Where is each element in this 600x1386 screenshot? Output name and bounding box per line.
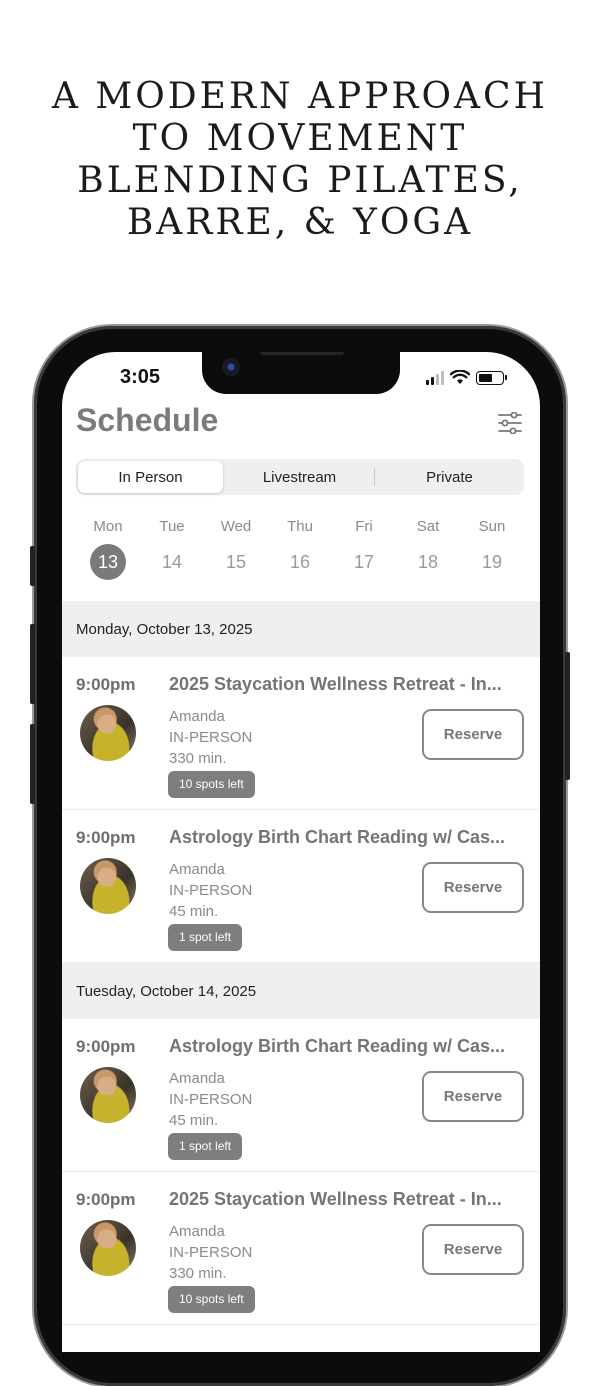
date-header: Monday, October 13, 2025: [62, 601, 540, 657]
date-header: Tuesday, October 14, 2025: [62, 963, 540, 1019]
segment-divider: [374, 468, 375, 486]
volume-up-button: [30, 624, 35, 704]
day-name: Sat: [416, 518, 440, 535]
wifi-icon: [450, 370, 470, 384]
reserve-button[interactable]: Reserve: [422, 1224, 524, 1275]
class-name: 2025 Staycation Wellness Retreat - In...: [169, 1189, 502, 1209]
tab-in-person[interactable]: In Person: [78, 461, 223, 493]
class-name: Astrology Birth Chart Reading w/ Cas...: [169, 1036, 506, 1056]
camera-icon: [222, 358, 240, 376]
reserve-button[interactable]: Reserve: [422, 862, 524, 913]
class-type: IN-PERSON: [169, 729, 253, 746]
day-number: 16: [289, 552, 311, 572]
class-duration: 330 min.: [169, 750, 227, 767]
day-sun[interactable]: Sun 19: [460, 518, 524, 580]
day-number: 18: [417, 552, 439, 572]
instructor-avatar: [80, 1067, 136, 1123]
day-tue[interactable]: Tue 14: [140, 518, 204, 580]
tab-private[interactable]: Private: [377, 461, 522, 493]
day-number: 15: [225, 552, 247, 572]
class-name: Astrology Birth Chart Reading w/ Cas...: [169, 827, 506, 847]
class-type: IN-PERSON: [169, 1091, 253, 1108]
instructor-avatar: [80, 858, 136, 914]
headline-line: BLENDING PILATES,: [77, 160, 523, 201]
class-row[interactable]: 9:00pm Astrology Birth Chart Reading w/ …: [62, 1019, 540, 1172]
spots-left-badge: 10 spots left: [168, 1286, 255, 1313]
class-time: 9:00pm: [76, 1190, 136, 1209]
schedule-list: Monday, October 13, 2025 9:00pm 2025 Sta…: [62, 601, 540, 1325]
sliders-icon[interactable]: [498, 412, 522, 434]
volume-down-button: [30, 724, 35, 804]
class-type: IN-PERSON: [169, 1244, 253, 1261]
day-name: Wed: [220, 518, 252, 535]
class-type-segmented-control: In Person Livestream Private: [76, 459, 524, 495]
instructor-name: Amanda: [169, 708, 225, 725]
reserve-button[interactable]: Reserve: [422, 709, 524, 760]
day-number: 19: [481, 552, 503, 572]
day-number: 14: [161, 552, 183, 572]
class-time: 9:00pm: [76, 828, 136, 847]
status-time: 3:05: [120, 366, 161, 388]
day-name: Fri: [355, 518, 373, 535]
instructor-avatar: [80, 705, 136, 761]
day-number: 17: [353, 552, 375, 572]
day-name: Thu: [287, 518, 313, 535]
week-strip: Mon 13 Tue 14 Wed 15 Thu 16 Fri 17 Sat 1…: [76, 518, 524, 580]
spots-left-badge: 10 spots left: [168, 771, 255, 798]
day-thu[interactable]: Thu 16: [268, 518, 332, 580]
notch: [202, 352, 400, 394]
signal-icon: [426, 370, 444, 385]
spots-left-badge: 1 spot left: [168, 924, 243, 951]
class-duration: 45 min.: [169, 903, 219, 920]
headline-line: A MODERN APPROACH: [51, 76, 548, 117]
battery-icon: [476, 370, 507, 385]
power-button: [565, 652, 570, 780]
instructor-name: Amanda: [169, 1070, 225, 1087]
tab-livestream[interactable]: Livestream: [227, 461, 372, 493]
class-duration: 330 min.: [169, 1265, 227, 1282]
class-row[interactable]: 9:00pm Astrology Birth Chart Reading w/ …: [62, 810, 540, 963]
class-time: 9:00pm: [76, 675, 136, 694]
instructor-name: Amanda: [169, 1223, 225, 1240]
mute-switch: [30, 546, 35, 586]
day-name: Tue: [159, 518, 185, 535]
instructor-avatar: [80, 1220, 136, 1276]
class-time: 9:00pm: [76, 1037, 136, 1056]
reserve-button[interactable]: Reserve: [422, 1071, 524, 1122]
class-row[interactable]: 9:00pm 2025 Staycation Wellness Retreat …: [62, 657, 540, 810]
day-name: Sun: [478, 518, 506, 535]
status-icons: [426, 370, 507, 385]
day-number: 13: [90, 544, 126, 580]
page-title: Schedule: [76, 402, 219, 438]
app-screen: 3:05 Schedule In Person Livestream Priva…: [62, 352, 540, 1352]
marketing-headline: A MODERN APPROACH TO MOVEMENT BLENDING P…: [0, 76, 600, 244]
spots-left-badge: 1 spot left: [168, 1133, 243, 1160]
day-name: Mon: [93, 518, 123, 535]
speaker-grille: [260, 352, 344, 355]
day-fri[interactable]: Fri 17: [332, 518, 396, 580]
class-duration: 45 min.: [169, 1112, 219, 1129]
class-name: 2025 Staycation Wellness Retreat - In...: [169, 674, 502, 694]
instructor-name: Amanda: [169, 861, 225, 878]
headline-line: TO MOVEMENT: [132, 118, 468, 159]
class-type: IN-PERSON: [169, 882, 253, 899]
headline-line: BARRE, & YOGA: [126, 202, 474, 243]
day-wed[interactable]: Wed 15: [204, 518, 268, 580]
day-sat[interactable]: Sat 18: [396, 518, 460, 580]
class-row[interactable]: 9:00pm 2025 Staycation Wellness Retreat …: [62, 1172, 540, 1325]
day-mon[interactable]: Mon 13: [76, 518, 140, 580]
